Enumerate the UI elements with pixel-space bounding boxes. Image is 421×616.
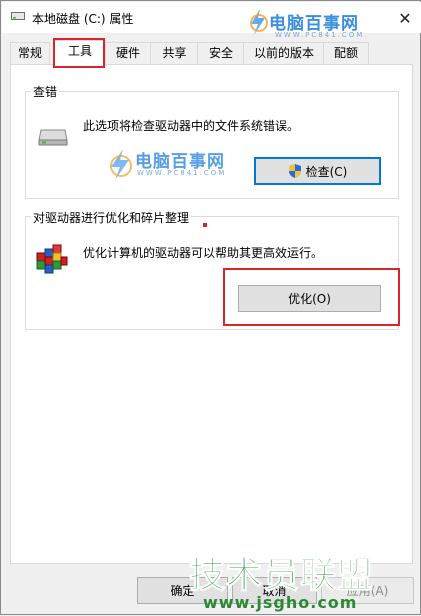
tab-hardware[interactable]: 硬件 — [104, 42, 152, 64]
error-check-title: 查错 — [31, 83, 60, 100]
brand-watermark-top: 电脑百事网 WWW.PC841.COM — [247, 7, 362, 41]
tab-label: 配额 — [333, 46, 358, 60]
tab-label: 以前的版本 — [253, 46, 314, 60]
site-watermark-text: 技术员联盟 — [188, 555, 375, 597]
defrag-icon — [36, 244, 68, 274]
brand-watermark-url: WWW.PC841.COM — [275, 31, 365, 39]
tab-quota[interactable]: 配额 — [323, 42, 369, 64]
tab-previous-versions[interactable]: 以前的版本 — [243, 42, 325, 64]
optimize-description: 优化计算机的驱动器可以帮助其更高效运行。 — [83, 246, 324, 260]
optimize-title: 对驱动器进行优化和碎片整理 — [31, 209, 192, 226]
close-icon: ✕ — [398, 8, 412, 28]
check-button[interactable]: 检查(C) — [254, 157, 381, 185]
tools-tab-highlight-box — [53, 38, 105, 68]
tab-label: 共享 — [162, 46, 187, 60]
tab-label: 硬件 — [115, 46, 140, 60]
site-watermark: 技术员联盟 www.jsgho.com — [188, 546, 419, 616]
properties-dialog: 本地磁盘 (C:) 属性 电脑百事网 WWW.PC841.COM ✕ 常规 工具… — [0, 0, 421, 615]
annotation-dot — [203, 223, 207, 227]
brand-watermark-url: WWW.PC841.COM — [137, 169, 227, 177]
check-button-label: 检查(C) — [305, 164, 348, 179]
tab-label: 常规 — [17, 46, 42, 60]
title-bar: 本地磁盘 (C:) 属性 电脑百事网 WWW.PC841.COM ✕ — [2, 2, 421, 39]
brand-logo-icon — [110, 149, 132, 180]
site-watermark-url: www.jsgho.com — [203, 593, 358, 612]
tab-sharing[interactable]: 共享 — [150, 42, 199, 64]
tab-general[interactable]: 常规 — [10, 42, 50, 64]
drive-icon — [11, 12, 25, 20]
error-check-description: 此选项将检查驱动器中的文件系统错误。 — [83, 119, 300, 133]
tab-label: 安全 — [208, 46, 233, 60]
brand-watermark-middle: 电脑百事网 WWW.PC841.COM — [105, 147, 245, 181]
brand-logo-icon — [250, 9, 268, 35]
close-button[interactable]: ✕ — [388, 3, 421, 33]
hard-drive-icon — [38, 129, 68, 146]
tab-security[interactable]: 安全 — [197, 42, 245, 64]
optimize-highlight-box — [223, 268, 400, 326]
uac-shield-icon — [288, 164, 301, 178]
window-title: 本地磁盘 (C:) 属性 — [32, 12, 134, 26]
